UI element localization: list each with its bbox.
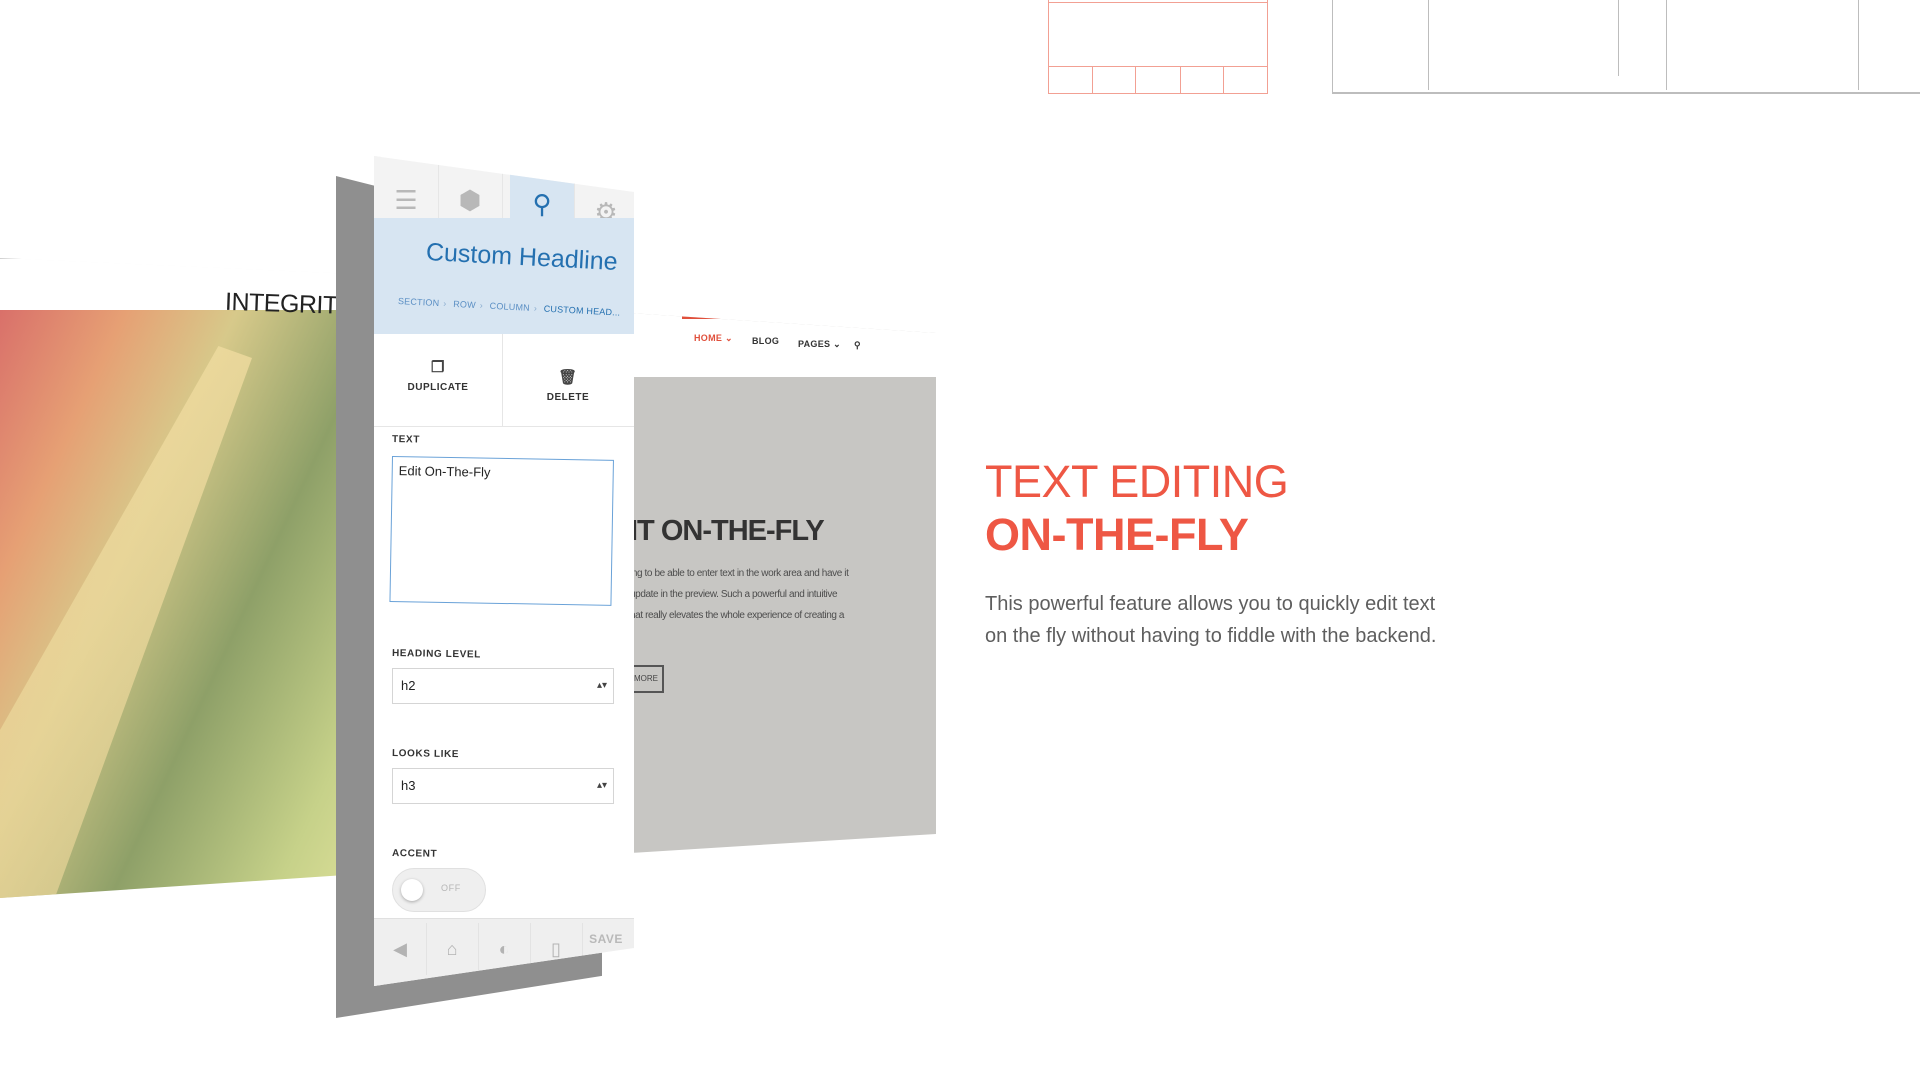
looks-like-select[interactable]: h3 ▴▾ <box>392 768 614 804</box>
cube-icon: ⬢ <box>458 184 482 215</box>
feature-description: This powerful feature allows you to quic… <box>985 593 1437 647</box>
back-icon: ◀ <box>393 938 407 959</box>
preview-headline: IT ON-THE-FLY <box>630 515 825 547</box>
home-icon: ⌂ <box>446 938 458 959</box>
nav-active-indicator <box>682 316 740 319</box>
breadcrumb-item[interactable]: ROW <box>453 299 476 310</box>
layout-icon: ☰ <box>394 184 418 215</box>
search-icon[interactable]: ⚲ <box>854 340 861 351</box>
select-arrows-icon: ▴▾ <box>596 680 607 691</box>
select-arrows-icon: ▴▾ <box>596 780 607 791</box>
feature-section: INTEGRITY HOME ⌄ BLOG PAGES ⌄ ⚲ IT ON-TH… <box>0 0 1920 1080</box>
duplicate-icon: ❐ <box>431 359 445 376</box>
duplicate-button[interactable]: ❐ DUPLICATE <box>374 334 503 426</box>
heading-level-select[interactable]: h2 ▴▾ <box>392 668 614 704</box>
delete-label: DELETE <box>546 392 590 403</box>
heading-level-value: h2 <box>401 678 416 693</box>
delete-button[interactable]: 🗑 DELETE <box>504 344 632 436</box>
looks-like-label: LOOKS LIKE <box>391 748 460 761</box>
text-input[interactable] <box>389 456 614 606</box>
chevron-right-icon: › <box>533 303 538 314</box>
breadcrumb-item[interactable]: COLUMN <box>489 301 530 313</box>
chevron-down-icon: ⌄ <box>833 339 841 349</box>
preview-navbar: HOME ⌄ BLOG PAGES ⌄ ⚲ <box>630 313 936 377</box>
home-button[interactable]: ⌂ <box>426 923 479 975</box>
chevron-down-icon: ⌄ <box>725 333 733 343</box>
heading-level-label: HEADING LEVEL <box>391 648 482 661</box>
breadcrumb-item[interactable]: SECTION <box>398 296 440 308</box>
duplicate-label: DUPLICATE <box>407 382 469 393</box>
chevron-right-icon: › <box>443 298 447 309</box>
search-icon: ⚲ <box>532 188 552 219</box>
site-preview: HOME ⌄ BLOG PAGES ⌄ ⚲ IT ON-THE-FLY ing … <box>630 313 936 853</box>
toggle-state-label: OFF <box>441 883 461 893</box>
toggle-knob <box>401 879 423 901</box>
feature-title: TEXT EDITING ON-THE-FLY <box>985 455 1289 561</box>
background-site-logo: INTEGRITY <box>224 287 355 321</box>
accent-label: ACCENT <box>391 848 438 860</box>
nav-home[interactable]: HOME ⌄ <box>694 333 733 344</box>
mobile-icon: ▯ <box>551 938 561 959</box>
panel-header <box>374 218 634 334</box>
builder-panel: ☰ ⬢ ⚲ ⚙ Custom Headline SECTION › ROW › CO… <box>374 156 634 986</box>
nav-pages[interactable]: PAGES ⌄ <box>798 339 841 350</box>
chevron-right-icon: › <box>479 300 484 311</box>
feature-title-line1: TEXT EDITING <box>985 456 1289 507</box>
preview-body-text: ing to be able to enter text in the work… <box>630 568 849 621</box>
accent-toggle[interactable]: OFF <box>392 868 486 912</box>
trash-icon: 🗑 <box>558 369 578 386</box>
preview-more-button[interactable]: MORE <box>630 665 664 693</box>
toggle-icon: ◐ <box>498 938 510 959</box>
text-field-label: TEXT <box>391 434 421 446</box>
element-actions: ❐ DUPLICATE 🗑 DELETE <box>374 334 634 427</box>
nav-blog[interactable]: BLOG <box>752 336 779 346</box>
looks-like-value: h3 <box>401 778 416 793</box>
feature-title-line2: ON-THE-FLY <box>985 509 1249 560</box>
back-button[interactable]: ◀ <box>374 923 427 975</box>
